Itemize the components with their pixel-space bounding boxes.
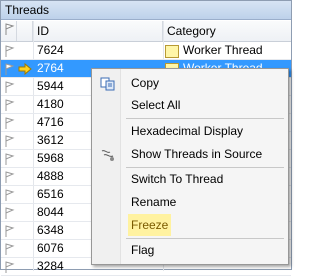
thread-indicator (17, 240, 34, 259)
menu-item-switch-to-thread[interactable]: Switch To Thread (92, 168, 288, 190)
menu-item-select-all[interactable]: Select All (92, 94, 288, 116)
thread-id: 5968 (37, 151, 64, 165)
flag-column-header[interactable] (1, 21, 17, 41)
thread-indicator (17, 168, 34, 187)
thread-indicator (17, 186, 34, 205)
thread-indicator (17, 42, 34, 61)
thread-id: 5944 (37, 79, 64, 93)
menu-item-label: Select All (131, 98, 181, 112)
thread-indicator (17, 96, 34, 115)
thread-category-label: Worker Thread (183, 43, 263, 57)
thread-id: 4888 (37, 169, 64, 183)
thread-id: 7624 (37, 43, 64, 57)
current-thread-arrow-icon (17, 60, 34, 79)
threads-window: Threads ID Category 7624 Worker Thread 276… (0, 0, 292, 276)
thread-category: Worker Thread (165, 42, 263, 59)
id-column-header[interactable]: ID (33, 21, 163, 41)
thread-indicator (17, 78, 34, 97)
flag-icon (5, 23, 15, 35)
thread-source-icon (100, 147, 116, 161)
thread-id: 6516 (37, 187, 64, 201)
menu-item-label: Hexadecimal Display (131, 124, 244, 138)
column-header: ID Category (1, 21, 291, 42)
thread-id: 4716 (37, 115, 64, 129)
menu-item-label: Rename (131, 195, 177, 209)
thread-indicator (17, 150, 34, 169)
thread-id: 6076 (37, 241, 64, 255)
menu-item-label: Switch To Thread (131, 172, 224, 186)
context-menu: Copy Select All Hexadecimal Display Show… (91, 68, 289, 265)
menu-item-copy[interactable]: Copy (92, 72, 288, 94)
thread-id: 6348 (37, 223, 64, 237)
copy-icon (100, 76, 116, 91)
menu-item-label: Freeze (128, 214, 172, 236)
category-column-header[interactable]: Category (163, 21, 291, 41)
thread-row[interactable]: 7624 Worker Thread (1, 42, 291, 60)
menu-item-label: Copy (131, 76, 160, 90)
window-title: Threads (1, 1, 291, 20)
thread-id: 3284 (37, 259, 64, 273)
thread-indicator (17, 114, 34, 133)
thread-indicator (17, 132, 34, 151)
menu-separator (126, 118, 284, 119)
thread-indicator (17, 258, 34, 277)
menu-item-hexadecimal-display[interactable]: Hexadecimal Display (92, 120, 288, 142)
thread-indicator (17, 204, 34, 223)
menu-item-freeze[interactable]: Freeze (92, 214, 288, 236)
menu-item-flag[interactable]: Flag (92, 239, 288, 261)
menu-item-label: Show Threads in Source (131, 147, 263, 161)
menu-item-label: Flag (131, 243, 155, 257)
thread-id: 3612 (37, 133, 64, 147)
menu-item-rename[interactable]: Rename (92, 191, 288, 213)
arrow-column-header[interactable] (17, 21, 33, 41)
thread-id: 8044 (37, 205, 64, 219)
thread-id: 2764 (37, 61, 64, 75)
menu-item-show-threads-in-source[interactable]: Show Threads in Source (92, 143, 288, 165)
thread-category-icon (165, 45, 179, 58)
thread-indicator (17, 222, 34, 241)
thread-id: 4180 (37, 97, 64, 111)
